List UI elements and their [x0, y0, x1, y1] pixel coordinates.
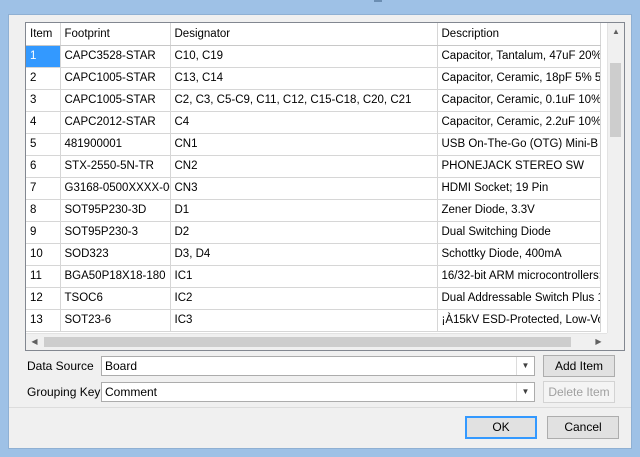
cell-item[interactable]: 1: [26, 45, 61, 68]
table-row[interactable]: 11 BGA50P18X18-180 IC1 16/32-bit ARM microc…: [26, 265, 601, 288]
cell-footprint[interactable]: G3168-0500XXXX-00: [60, 177, 171, 200]
cell-description[interactable]: Zener Diode, 3.3V: [437, 199, 601, 222]
table-row[interactable]: 13 SOT23-6 IC3 ¡À15kV ESD-Protected, Low-Vo…: [26, 309, 601, 332]
grouping-key-value: Comment: [105, 385, 158, 399]
horizontal-scroll-thumb[interactable]: [44, 337, 571, 347]
column-header-designator[interactable]: Designator: [170, 23, 438, 46]
cell-item[interactable]: 4: [26, 111, 61, 134]
cell-footprint[interactable]: CAPC1005-STAR: [60, 67, 171, 90]
chevron-down-icon[interactable]: ▼: [516, 383, 534, 401]
add-item-button[interactable]: Add Item: [543, 355, 615, 377]
cell-item[interactable]: 3: [26, 89, 61, 112]
cell-item[interactable]: 5: [26, 133, 61, 156]
cell-footprint[interactable]: SOT23-6: [60, 309, 171, 332]
window-titlebar: [0, 0, 640, 14]
chevron-left-icon[interactable]: ◀: [26, 334, 43, 350]
bom-table: Item Footprint Designator Description 1C…: [26, 23, 601, 332]
chevron-up-icon[interactable]: ▲: [608, 23, 624, 40]
table-row[interactable]: 12TSOC6IC2Dual Addressable Switch Plus 1…: [26, 287, 601, 310]
cell-description[interactable]: 16/32-bit ARM microcontrollers; 8: [437, 265, 601, 288]
cell-footprint[interactable]: 481900001: [60, 133, 171, 156]
scrollbar-corner: [607, 333, 624, 350]
cell-footprint[interactable]: SOT95P230-3: [60, 221, 171, 244]
delete-item-button[interactable]: Delete Item: [543, 381, 615, 403]
cell-designator[interactable]: IC2: [170, 287, 438, 310]
table-row[interactable]: 5 481900001 CN1 USB On-The-Go (OTG) Mini-B …: [26, 133, 601, 156]
cell-description[interactable]: Capacitor, Ceramic, 0.1uF 10% 16: [437, 89, 601, 112]
ok-button[interactable]: OK: [465, 416, 537, 439]
table-row[interactable]: 10 SOD323 D3, D4 Schottky Diode, 400mA: [26, 243, 601, 266]
data-source-value: Board: [105, 359, 138, 373]
header-row: Item Footprint Designator Description: [26, 23, 601, 46]
data-source-combo[interactable]: Board ▼: [101, 356, 535, 376]
column-header-footprint[interactable]: Footprint: [60, 23, 171, 46]
cell-designator[interactable]: C13, C14: [170, 67, 438, 90]
grouping-key-label: Grouping Key: [27, 385, 101, 399]
cell-description[interactable]: Capacitor, Ceramic, 2.2uF 10% 16: [437, 111, 601, 134]
cell-description[interactable]: Dual Addressable Switch Plus 1KE: [437, 287, 601, 310]
cell-designator[interactable]: CN3: [170, 177, 438, 200]
cell-description[interactable]: PHONEJACK STEREO SW: [437, 155, 601, 178]
cell-designator[interactable]: D1: [170, 199, 438, 222]
table-row[interactable]: 6 STX-2550-5N-TR CN2 PHONEJACK STEREO SW: [26, 155, 601, 178]
cell-item[interactable]: 11: [26, 265, 61, 288]
data-source-label: Data Source: [27, 359, 94, 373]
cell-footprint[interactable]: SOT95P230-3D: [60, 199, 171, 222]
cell-designator[interactable]: C10, C19: [170, 45, 438, 68]
column-header-item[interactable]: Item: [26, 23, 61, 46]
cell-designator[interactable]: D2: [170, 221, 438, 244]
cancel-button[interactable]: Cancel: [547, 416, 619, 439]
cell-item[interactable]: 13: [26, 309, 61, 332]
cell-designator[interactable]: IC3: [170, 309, 438, 332]
cell-footprint[interactable]: STX-2550-5N-TR: [60, 155, 171, 178]
chevron-down-icon[interactable]: ▼: [516, 357, 534, 375]
cell-description[interactable]: ¡À15kV ESD-Protected, Low-Volta: [437, 309, 601, 332]
cell-designator[interactable]: C4: [170, 111, 438, 134]
dialog-client-area: Item Footprint Designator Description 1C…: [8, 14, 632, 449]
table-row[interactable]: 2 CAPC1005-STAR C13, C14 Capacitor, Ceramic…: [26, 67, 601, 90]
table-row[interactable]: 8 SOT95P230-3D D1 Zener Diode, 3.3V: [26, 199, 601, 222]
grouping-key-combo[interactable]: Comment ▼: [101, 382, 535, 402]
cell-designator[interactable]: CN2: [170, 155, 438, 178]
cell-footprint[interactable]: CAPC2012-STAR: [60, 111, 171, 134]
table-row[interactable]: 4 CAPC2012-STAR C4 Capacitor, Ceramic, 2.2u…: [26, 111, 601, 134]
divider: [9, 407, 631, 408]
cell-designator[interactable]: IC1: [170, 265, 438, 288]
cell-footprint[interactable]: TSOC6: [60, 287, 171, 310]
title-fragment: [374, 0, 382, 2]
table-row[interactable]: 1 CAPC3528-STAR C10, C19 Capacitor, Tantalu…: [26, 45, 601, 68]
cell-item[interactable]: 9: [26, 221, 61, 244]
chevron-right-icon[interactable]: ▶: [590, 334, 607, 350]
vertical-scroll-thumb[interactable]: [610, 63, 621, 137]
cell-item[interactable]: 7: [26, 177, 61, 200]
cell-description[interactable]: USB On-The-Go (OTG) Mini-B Re: [437, 133, 601, 156]
cell-item[interactable]: 10: [26, 243, 61, 266]
horizontal-scrollbar[interactable]: ◀ ▶: [26, 333, 607, 350]
cell-footprint[interactable]: SOD323: [60, 243, 171, 266]
cell-item[interactable]: 2: [26, 67, 61, 90]
table-row[interactable]: 9 SOT95P230-3 D2 Dual Switching Diode: [26, 221, 601, 244]
cell-designator[interactable]: CN1: [170, 133, 438, 156]
cell-description[interactable]: Schottky Diode, 400mA: [437, 243, 601, 266]
cell-item[interactable]: 8: [26, 199, 61, 222]
bom-grid[interactable]: Item Footprint Designator Description 1C…: [25, 22, 625, 351]
cell-designator[interactable]: D3, D4: [170, 243, 438, 266]
cell-footprint[interactable]: BGA50P18X18-180: [60, 265, 171, 288]
cell-designator[interactable]: C2, C3, C5-C9, C11, C12, C15-C18, C20, C…: [170, 89, 438, 112]
cell-description[interactable]: Dual Switching Diode: [437, 221, 601, 244]
table-row[interactable]: 3 CAPC1005-STAR C2, C3, C5-C9, C11, C12, C…: [26, 89, 601, 112]
cell-item[interactable]: 6: [26, 155, 61, 178]
cell-footprint[interactable]: CAPC3528-STAR: [60, 45, 171, 68]
cell-item[interactable]: 12: [26, 287, 61, 310]
cell-description[interactable]: HDMI Socket; 19 Pin: [437, 177, 601, 200]
vertical-scrollbar[interactable]: ▲: [607, 23, 624, 333]
column-header-description[interactable]: Description: [437, 23, 601, 46]
cell-description[interactable]: Capacitor, Tantalum, 47uF 20% 10: [437, 45, 601, 68]
cell-description[interactable]: Capacitor, Ceramic, 18pF 5% 50V: [437, 67, 601, 90]
cell-footprint[interactable]: CAPC1005-STAR: [60, 89, 171, 112]
table-row[interactable]: 7 G3168-0500XXXX-00 CN3 HDMI Socket; 19 Pin: [26, 177, 601, 200]
